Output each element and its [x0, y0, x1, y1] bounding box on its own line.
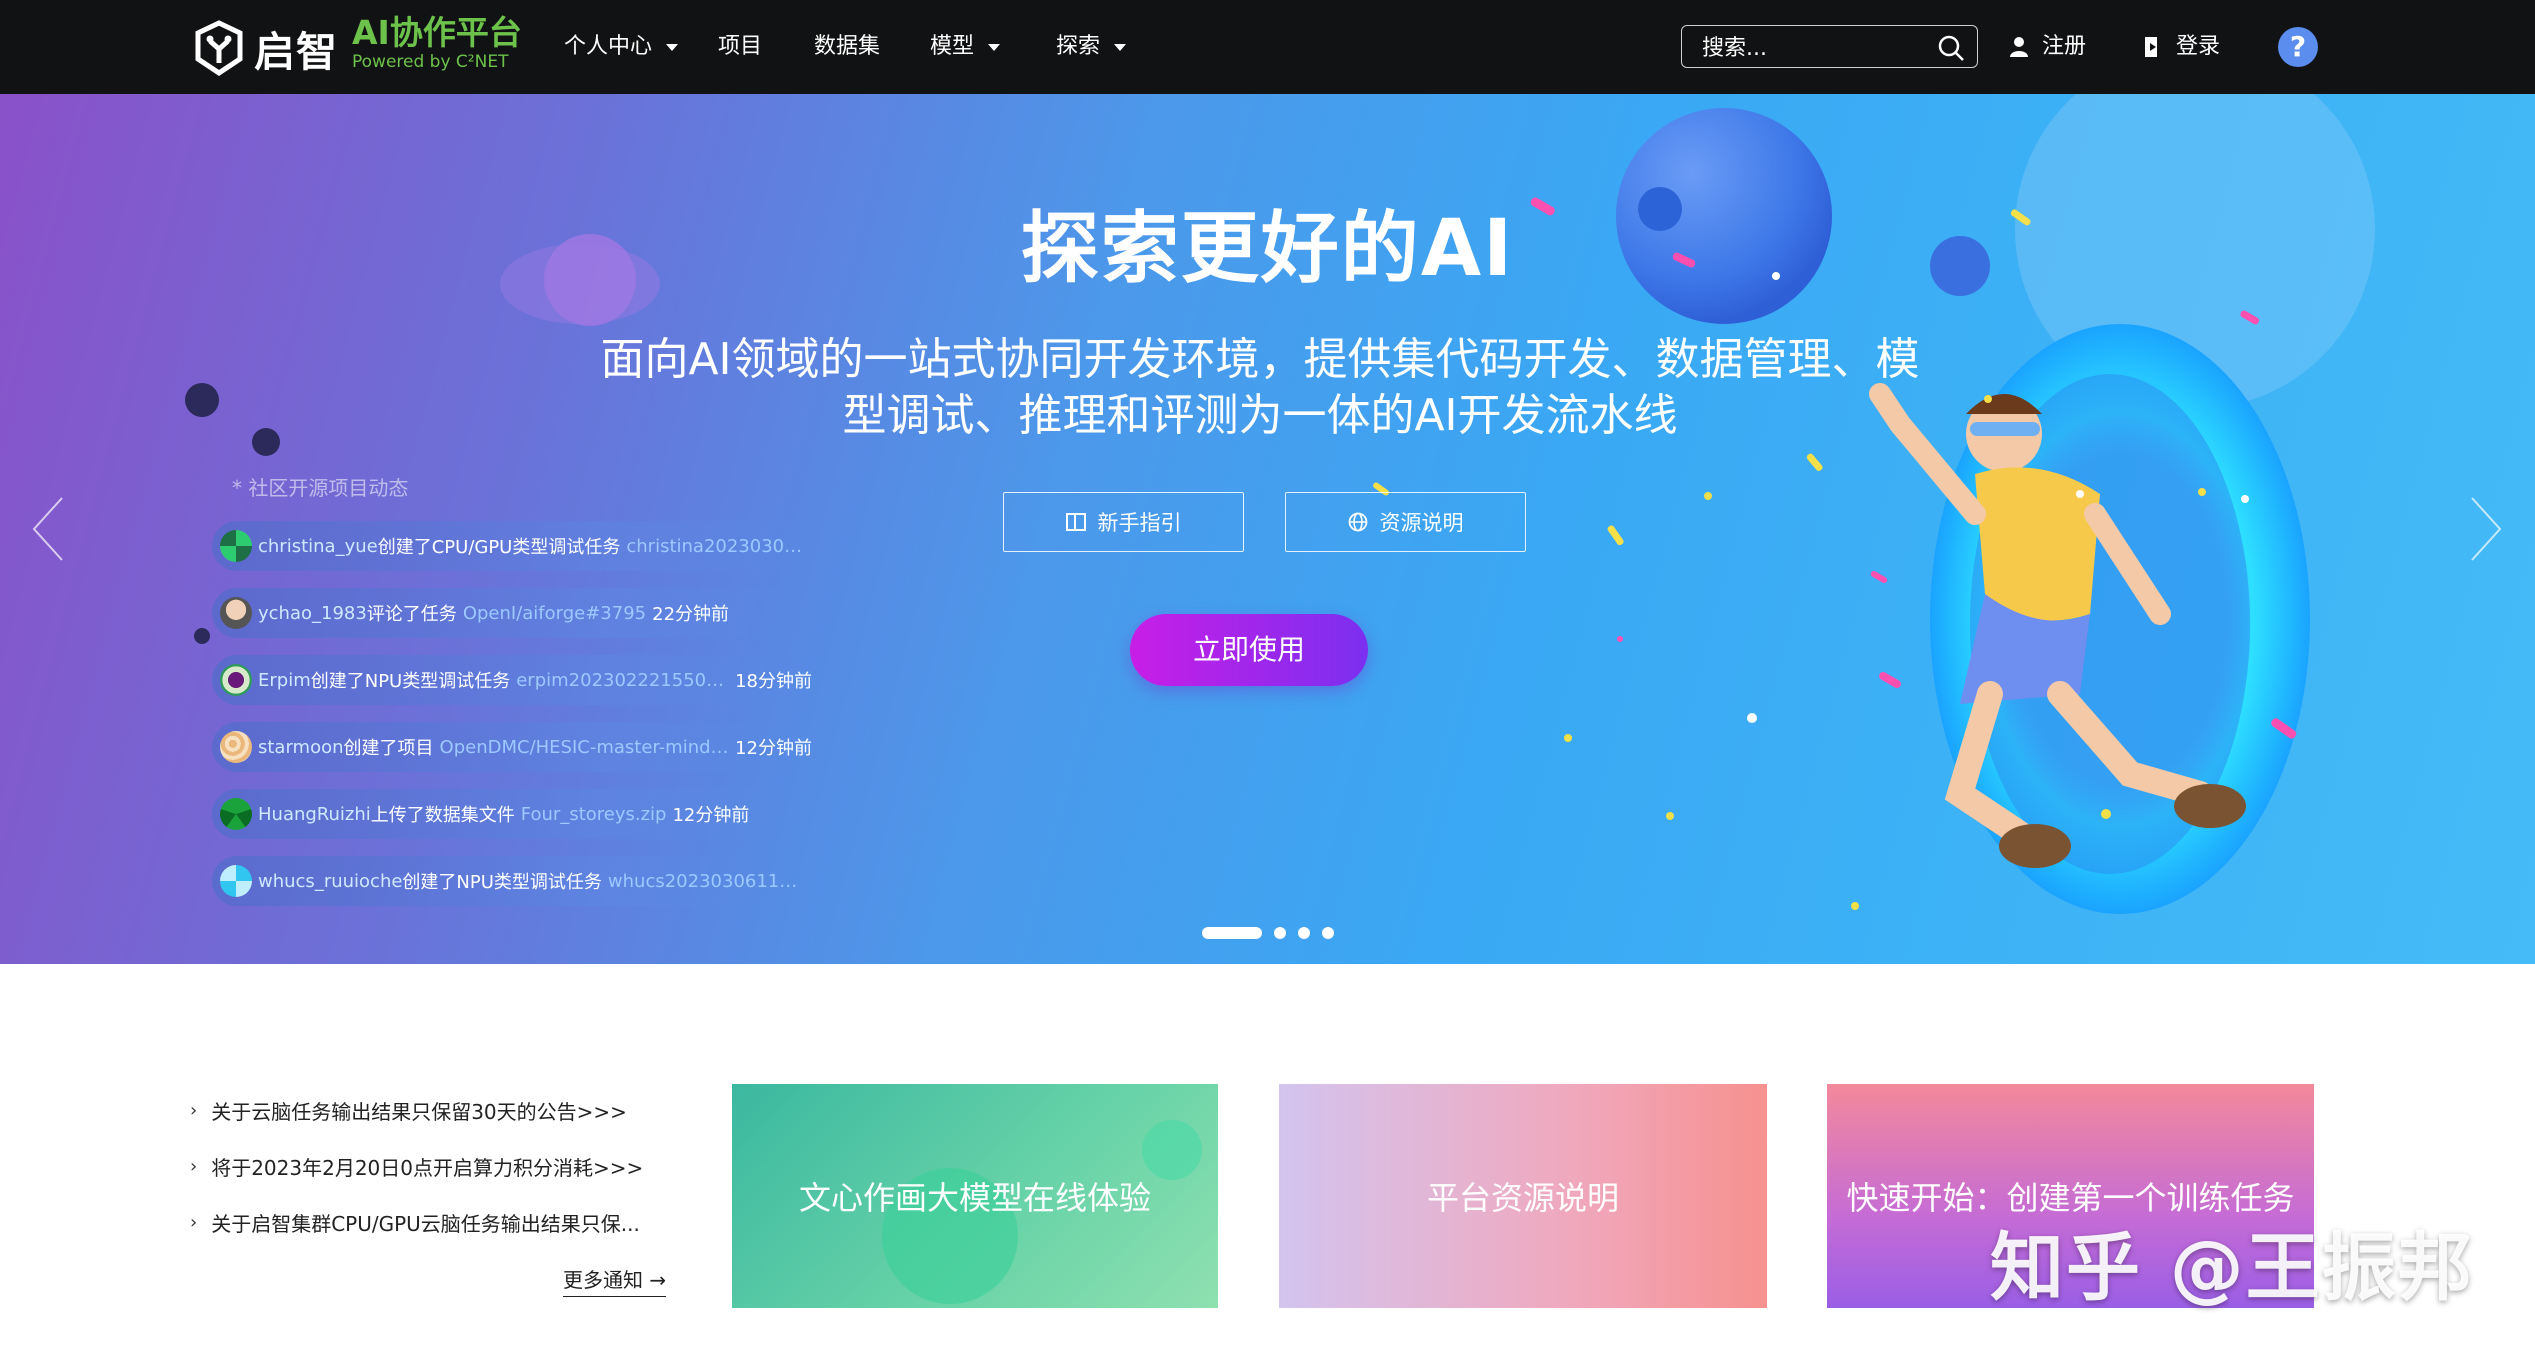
notice-text: 关于启智集群CPU/GPU云脑任务输出结果只保...: [211, 1212, 640, 1236]
sign-in-icon: [2145, 37, 2157, 57]
menu-personal-center-label: 个人中心: [564, 34, 653, 59]
feed-time: 18分钟前: [735, 671, 812, 692]
search-input[interactable]: [1700, 33, 1924, 63]
carousel-dot[interactable]: [1322, 927, 1334, 939]
resources-button[interactable]: 资源说明: [1285, 492, 1526, 552]
feed-item[interactable]: whucs_ruuioche 创建了NPU类型调试任务 whucs202303061…: [212, 856, 812, 906]
chevron-right-icon: ›: [190, 1100, 198, 1121]
card-resources-label: 平台资源说明: [1426, 1179, 1619, 1217]
resources-button-label: 资源说明: [1379, 511, 1464, 535]
feed-title: * 社区开源项目动态: [232, 476, 409, 500]
feed-action: 创建了NPU类型调试任务: [402, 872, 602, 893]
avatar: [220, 731, 252, 763]
more-notices-link[interactable]: 更多通知 →: [563, 1264, 667, 1297]
feed-item[interactable]: starmoon 创建了项目 OpenDMC/HESIC-master-mindsp…: [212, 722, 812, 772]
feed-user[interactable]: starmoon: [258, 737, 344, 758]
feed-user[interactable]: HuangRuizhi: [258, 804, 371, 825]
carousel-prev-icon[interactable]: [28, 494, 68, 564]
chevron-right-icon: ›: [190, 1212, 198, 1233]
feed-action: 创建了项目: [343, 738, 434, 759]
feed-item[interactable]: ychao_1983 评论了任务 OpenI/aiforge#3795 22分钟前: [212, 588, 812, 638]
feed-item[interactable]: christina_yue 创建了CPU/GPU类型调试任务 christina20…: [212, 521, 812, 571]
carousel-dot-active[interactable]: [1202, 927, 1262, 939]
feed-target[interactable]: OpenI/aiforge#3795: [463, 603, 646, 624]
card-resources[interactable]: 平台资源说明: [1279, 1084, 1767, 1308]
menu-projects-label: 项目: [718, 34, 763, 59]
brand-subtitle: AI协作平台 Powered by C²NET: [352, 13, 552, 73]
top-navbar: 启智 AI协作平台 Powered by C²NET 个人中心 项目 数据集 模…: [0, 0, 2535, 94]
card-wenxin[interactable]: 文心作画大模型在线体验: [732, 1084, 1218, 1308]
notice-text: 关于云脑任务输出结果只保留30天的公告>>>: [211, 1100, 627, 1124]
login-link[interactable]: 登录: [2142, 30, 2220, 64]
chevron-down-icon: [1114, 43, 1127, 51]
menu-datasets-label: 数据集: [814, 34, 881, 59]
avatar: [220, 798, 252, 830]
brand-title: AI协作平台: [352, 13, 522, 52]
notice-item[interactable]: › 将于2023年2月20日0点开启算力积分消耗>>>: [190, 1152, 643, 1181]
avatar: [220, 597, 252, 629]
register-link[interactable]: 注册: [2010, 30, 2086, 64]
menu-explore[interactable]: 探索: [1056, 30, 1127, 64]
hero-carousel: 探索更好的AI 面向AI领域的一站式协同开发环境，提供集代码开发、数据管理、模型…: [0, 94, 2535, 964]
feed-time: 12分钟前: [735, 738, 812, 759]
carousel-next-icon[interactable]: [2466, 494, 2506, 564]
feed-user[interactable]: Erpim: [258, 670, 311, 691]
register-label: 注册: [2042, 34, 2087, 59]
start-now-button[interactable]: 立即使用: [1130, 614, 1368, 686]
menu-models-label: 模型: [930, 34, 975, 59]
feed-user[interactable]: ychao_1983: [258, 603, 367, 624]
feed-target[interactable]: christina202303051605…: [626, 536, 806, 557]
guide-button-label: 新手指引: [1097, 511, 1182, 535]
chevron-down-icon: [988, 43, 1001, 51]
brand-logo-icon: [195, 20, 243, 77]
menu-datasets[interactable]: 数据集: [814, 30, 880, 64]
logo[interactable]: 启智 AI协作平台 Powered by C²NET: [190, 14, 522, 78]
feed-user[interactable]: christina_yue: [258, 536, 378, 557]
feed-time: 22分钟前: [652, 604, 730, 625]
feed-target[interactable]: erpim202302221550330: [516, 670, 729, 691]
card-wenxin-label: 文心作画大模型在线体验: [798, 1179, 1151, 1217]
help-icon[interactable]: ?: [2278, 27, 2318, 67]
feed-action: 创建了NPU类型调试任务: [310, 671, 511, 692]
avatar: [220, 664, 252, 696]
feed-target[interactable]: OpenDMC/HESIC-master-mindspore: [440, 737, 730, 758]
notice-item[interactable]: › 关于启智集群CPU/GPU云脑任务输出结果只保...: [190, 1208, 640, 1237]
chevron-down-icon: [666, 43, 679, 51]
carousel-dot[interactable]: [1298, 927, 1310, 939]
avatar: [220, 530, 252, 562]
menu-projects[interactable]: 项目: [718, 30, 762, 64]
feed-time: 12分钟前: [672, 805, 750, 826]
menu-models[interactable]: 模型: [930, 30, 1001, 64]
powered-by: Powered by C²NET: [352, 52, 509, 72]
search-box: [1681, 25, 1978, 68]
brand-name: 启智: [254, 28, 338, 76]
feed-user[interactable]: whucs_ruuioche: [258, 871, 402, 892]
menu-explore-label: 探索: [1056, 34, 1101, 59]
feed-target[interactable]: Four_storeys.zip: [521, 804, 667, 825]
feed-action: 评论了任务: [366, 604, 457, 625]
carousel-indicators: [1202, 927, 1346, 939]
menu-personal-center[interactable]: 个人中心: [564, 30, 679, 64]
hero-description: 面向AI领域的一站式协同开发环境，提供集代码开发、数据管理、模型调试、推理和评测…: [600, 334, 1920, 441]
feed-action: 创建了CPU/GPU类型调试任务: [377, 537, 621, 558]
feed-action: 上传了数据集文件: [370, 805, 515, 826]
search-icon[interactable]: [1937, 34, 1965, 62]
notice-text: 将于2023年2月20日0点开启算力积分消耗>>>: [211, 1156, 644, 1180]
carousel-dot[interactable]: [1274, 927, 1286, 939]
feed-target[interactable]: whucs202303061172297 …: [608, 871, 806, 892]
feed-item[interactable]: HuangRuizhi 上传了数据集文件 Four_storeys.zip 12分钟前: [212, 789, 812, 839]
login-label: 登录: [2176, 34, 2221, 59]
book-icon: [1065, 513, 1086, 531]
globe-icon: [1348, 512, 1367, 532]
hero-title: 探索更好的AI: [1020, 204, 1515, 294]
watermark: 知乎 @王振邦: [1990, 1225, 2474, 1311]
chevron-right-icon: ›: [190, 1156, 198, 1177]
avatar: [220, 865, 252, 897]
feed-item[interactable]: Erpim 创建了NPU类型调试任务 erpim202302221550330 18分…: [212, 655, 812, 705]
notice-item[interactable]: › 关于云脑任务输出结果只保留30天的公告>>>: [190, 1096, 627, 1125]
user-icon: [2010, 37, 2028, 57]
guide-button[interactable]: 新手指引: [1003, 492, 1244, 552]
